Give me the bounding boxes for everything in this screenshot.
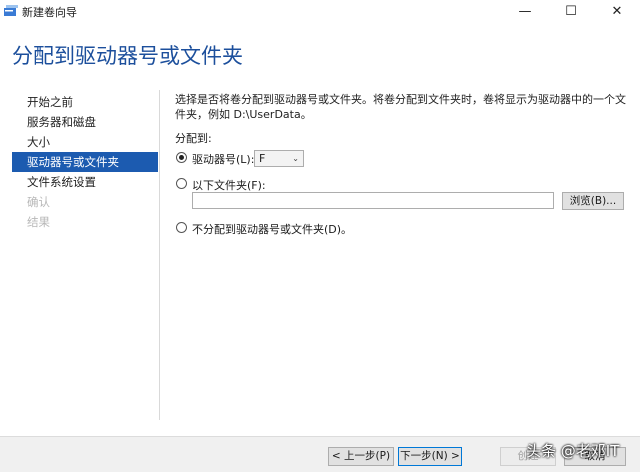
wizard-steps-nav: 开始之前 服务器和磁盘 大小 驱动器号或文件夹 文件系统设置 确认 结果 bbox=[12, 92, 158, 232]
maximize-icon: ☐ bbox=[565, 3, 577, 19]
minimize-button[interactable]: — bbox=[502, 0, 548, 22]
folder-label[interactable]: 以下文件夹(F): bbox=[192, 177, 266, 193]
no-assign-radio[interactable] bbox=[176, 222, 187, 233]
nav-step-confirmation: 确认 bbox=[27, 195, 50, 209]
maximize-button[interactable]: ☐ bbox=[548, 0, 594, 22]
chevron-down-icon: ⌄ bbox=[292, 154, 299, 163]
drive-letter-value: F bbox=[259, 152, 266, 165]
page-title: 分配到驱动器号或文件夹 bbox=[12, 44, 243, 68]
minimize-icon: — bbox=[518, 3, 532, 19]
no-assign-label[interactable]: 不分配到驱动器号或文件夹(D)。 bbox=[192, 221, 352, 237]
wizard-app-icon bbox=[4, 5, 18, 16]
folder-path-input[interactable] bbox=[192, 192, 554, 209]
previous-button[interactable]: < 上一步(P) bbox=[328, 447, 394, 466]
nav-step-drive-letter-or-folder[interactable]: 驱动器号或文件夹 bbox=[12, 152, 158, 172]
next-button[interactable]: 下一步(N) > bbox=[398, 447, 462, 466]
description-text: 选择是否将卷分配到驱动器号或文件夹。将卷分配到文件夹时，卷将显示为驱动器中的一个… bbox=[175, 93, 626, 121]
nav-step-file-system-settings[interactable]: 文件系统设置 bbox=[12, 172, 158, 192]
nav-divider bbox=[159, 90, 160, 420]
title-bar: 新建卷向导 — ☐ ✕ bbox=[0, 0, 640, 22]
window-title: 新建卷向导 bbox=[22, 6, 77, 19]
drive-letter-label[interactable]: 驱动器号(L): bbox=[192, 151, 254, 167]
nav-step-server-and-disk[interactable]: 服务器和磁盘 bbox=[12, 112, 158, 132]
nav-step-before-you-begin[interactable]: 开始之前 bbox=[12, 92, 158, 112]
assign-to-label: 分配到: bbox=[175, 132, 212, 145]
drive-letter-select[interactable]: F ⌄ bbox=[254, 150, 304, 167]
close-icon: ✕ bbox=[611, 3, 623, 19]
folder-radio[interactable] bbox=[176, 178, 187, 189]
browse-button[interactable]: 浏览(B)... bbox=[562, 192, 624, 210]
watermark-text: 头条 @老邓IT bbox=[526, 442, 620, 460]
drive-letter-radio[interactable] bbox=[176, 152, 187, 163]
nav-step-size[interactable]: 大小 bbox=[12, 132, 158, 152]
nav-step-results: 结果 bbox=[27, 215, 50, 229]
close-button[interactable]: ✕ bbox=[594, 0, 640, 22]
